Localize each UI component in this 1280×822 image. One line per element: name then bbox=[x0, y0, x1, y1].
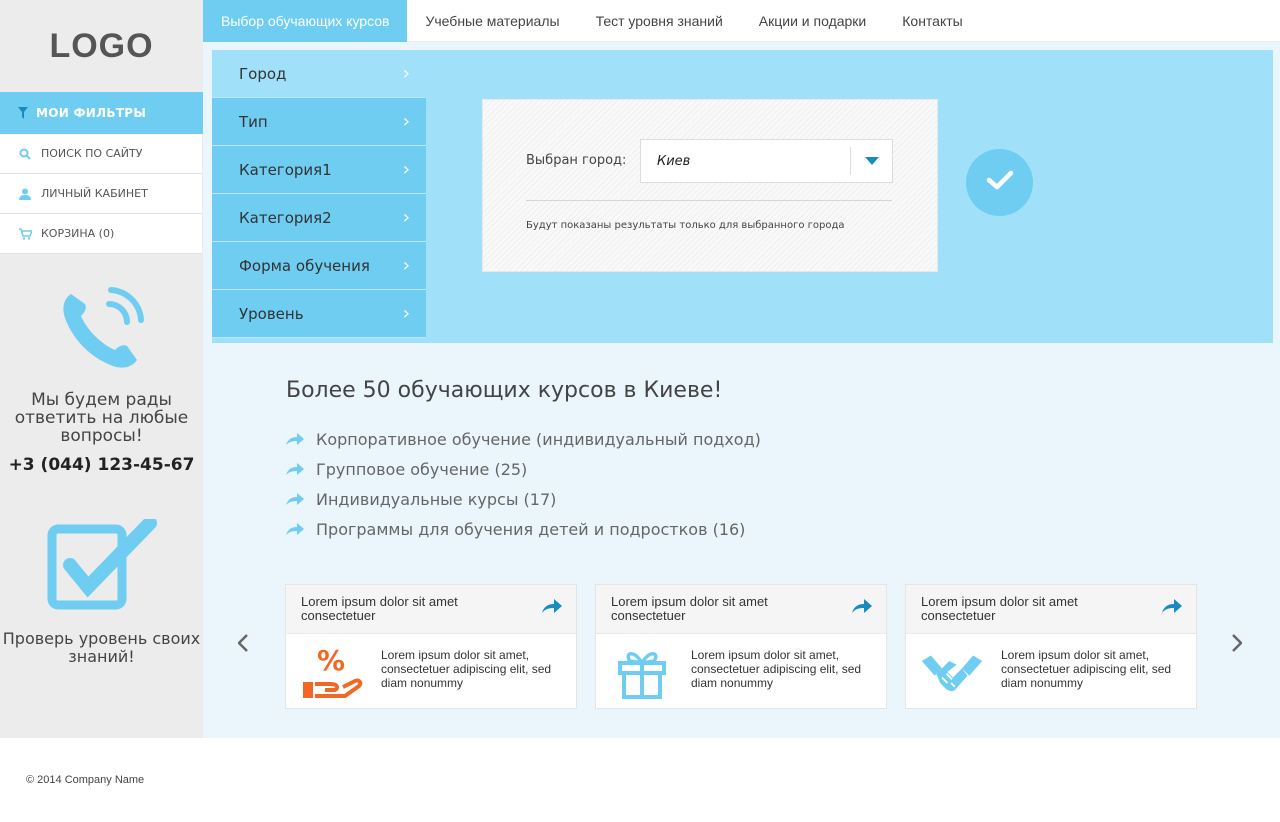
dropdown-arrow-icon[interactable] bbox=[850, 147, 892, 175]
list-item[interactable]: Программы для обучения детей и подростко… bbox=[286, 514, 761, 544]
page-title: Более 50 обучающих курсов в Киеве! bbox=[286, 378, 723, 403]
promo-card[interactable]: Lorem ipsum dolor sit amet consectetuer … bbox=[905, 584, 1197, 709]
test-text: Проверь уровень своих знаний! bbox=[2, 629, 201, 666]
sidebar-item-account[interactable]: ЛИЧНЫЙ КАБИНЕТ bbox=[0, 174, 202, 214]
user-icon bbox=[17, 188, 33, 200]
course-label: Корпоративное обучение (индивидуальный п… bbox=[316, 429, 761, 449]
share-arrow-icon[interactable] bbox=[1162, 599, 1182, 618]
sidebar-item-label: ЛИЧНЫЙ КАБИНЕТ bbox=[41, 187, 148, 200]
card-title: Lorem ipsum dolor sit amet consectetuer bbox=[921, 594, 1078, 623]
city-note: Будут показаны результаты только для выб… bbox=[526, 220, 845, 231]
chevron-right-icon: › bbox=[402, 303, 410, 324]
chevron-right-icon: › bbox=[402, 63, 410, 84]
cart-icon bbox=[17, 227, 33, 240]
sidebar: LOGO МОИ ФИЛЬТРЫ ПОИСК ПО САЙТУ ЛИЧНЫЙ К… bbox=[0, 0, 210, 738]
chevron-right-icon: › bbox=[402, 255, 410, 276]
confirm-city-button[interactable] bbox=[966, 149, 1033, 216]
card-text: Lorem ipsum dolor sit amet, consectetuer… bbox=[1001, 648, 1172, 690]
nav-item-courses[interactable]: Выбор обучающих курсов bbox=[203, 0, 408, 42]
city-value: Киев bbox=[657, 153, 691, 169]
nav-item-contacts[interactable]: Контакты bbox=[884, 0, 980, 42]
contact-text: Мы будем рады ответить на любые вопросы! bbox=[14, 390, 189, 446]
share-arrow-icon[interactable] bbox=[542, 599, 562, 618]
gift-icon bbox=[610, 642, 674, 702]
checkbox-icon bbox=[46, 516, 158, 615]
filter-label: Уровень bbox=[239, 304, 304, 323]
filter-item-type[interactable]: Тип › bbox=[212, 98, 426, 146]
filter-label: Тип bbox=[239, 112, 268, 131]
list-item[interactable]: Групповое обучение (25) bbox=[286, 454, 761, 484]
test-block[interactable]: Проверь уровень своих знаний! bbox=[0, 516, 203, 666]
course-list: Корпоративное обучение (индивидуальный п… bbox=[286, 424, 761, 544]
card-title: Lorem ipsum dolor sit amet consectetuer bbox=[301, 594, 458, 623]
logo[interactable]: LOGO bbox=[0, 0, 203, 92]
course-label: Программы для обучения детей и подростко… bbox=[316, 519, 746, 539]
course-label: Групповое обучение (25) bbox=[316, 459, 528, 479]
share-arrow-icon[interactable] bbox=[852, 599, 872, 618]
checkmark-icon bbox=[986, 169, 1014, 196]
filter-item-category2[interactable]: Категория2 › bbox=[212, 194, 426, 242]
carousel-prev-button[interactable] bbox=[233, 630, 253, 660]
svg-text:%: % bbox=[317, 644, 345, 677]
my-filters-label: МОИ ФИЛЬТРЫ bbox=[36, 106, 147, 120]
filter-icon bbox=[18, 107, 28, 119]
carousel-next-button[interactable] bbox=[1227, 630, 1247, 660]
city-selector-panel: Выбран город: Киев Будут показаны резуль… bbox=[482, 99, 938, 272]
promo-card[interactable]: Lorem ipsum dolor sit amet consectetuer … bbox=[595, 584, 887, 709]
sidebar-item-label: КОРЗИНА (0) bbox=[41, 227, 115, 240]
sidebar-item-search[interactable]: ПОИСК ПО САЙТУ bbox=[0, 134, 202, 174]
nav-item-materials[interactable]: Учебные материалы bbox=[407, 0, 577, 42]
filter-item-city[interactable]: Город › bbox=[212, 50, 426, 98]
chevron-right-icon: › bbox=[402, 111, 410, 132]
filter-item-form[interactable]: Форма обучения › bbox=[212, 242, 426, 290]
filter-label: Категория2 bbox=[239, 208, 332, 227]
filter-list: Город › Тип › Категория1 › Категория2 › Форм… bbox=[212, 50, 426, 338]
arrow-icon bbox=[286, 463, 316, 475]
phone-number[interactable]: +3 (044) 123-45-67 bbox=[0, 455, 203, 475]
chevron-left-icon bbox=[237, 633, 248, 657]
city-select[interactable]: Киев bbox=[640, 139, 893, 183]
filter-item-category1[interactable]: Категория1 › bbox=[212, 146, 426, 194]
filter-item-level[interactable]: Уровень › bbox=[212, 290, 426, 338]
arrow-icon bbox=[286, 493, 316, 505]
percent-hand-icon: % bbox=[300, 642, 364, 702]
my-filters-button[interactable]: МОИ ФИЛЬТРЫ bbox=[0, 92, 210, 134]
nav-item-test[interactable]: Тест уровня знаний bbox=[578, 0, 741, 42]
arrow-icon bbox=[286, 433, 316, 445]
card-text: Lorem ipsum dolor sit amet, consectetuer… bbox=[381, 648, 552, 690]
filter-label: Форма обучения bbox=[239, 256, 370, 275]
search-icon bbox=[17, 148, 33, 160]
handshake-icon bbox=[920, 642, 984, 702]
promo-card[interactable]: Lorem ipsum dolor sit amet consectetuer … bbox=[285, 584, 577, 709]
divider bbox=[526, 200, 892, 201]
chevron-right-icon: › bbox=[402, 207, 410, 228]
nav-item-promotions[interactable]: Акции и подарки bbox=[741, 0, 884, 42]
card-title: Lorem ipsum dolor sit amet consectetuer bbox=[611, 594, 768, 623]
card-text: Lorem ipsum dolor sit amet, consectetuer… bbox=[691, 648, 862, 690]
top-nav: Выбор обучающих курсов Учебные материалы… bbox=[203, 0, 1280, 42]
chevron-right-icon bbox=[1232, 633, 1243, 657]
phone-icon bbox=[57, 287, 147, 378]
arrow-icon bbox=[286, 523, 316, 535]
course-label: Индивидуальные курсы (17) bbox=[316, 489, 557, 509]
list-item[interactable]: Индивидуальные курсы (17) bbox=[286, 484, 761, 514]
footer-copyright: © 2014 Company Name bbox=[26, 774, 145, 786]
filter-label: Город bbox=[239, 64, 287, 83]
filter-label: Категория1 bbox=[239, 160, 332, 179]
contact-block: Мы будем рады ответить на любые вопросы!… bbox=[0, 284, 203, 475]
list-item[interactable]: Корпоративное обучение (индивидуальный п… bbox=[286, 424, 761, 454]
chevron-right-icon: › bbox=[402, 159, 410, 180]
city-label: Выбран город: bbox=[526, 153, 627, 168]
sidebar-item-label: ПОИСК ПО САЙТУ bbox=[41, 147, 143, 160]
sidebar-item-cart[interactable]: КОРЗИНА (0) bbox=[0, 214, 202, 254]
